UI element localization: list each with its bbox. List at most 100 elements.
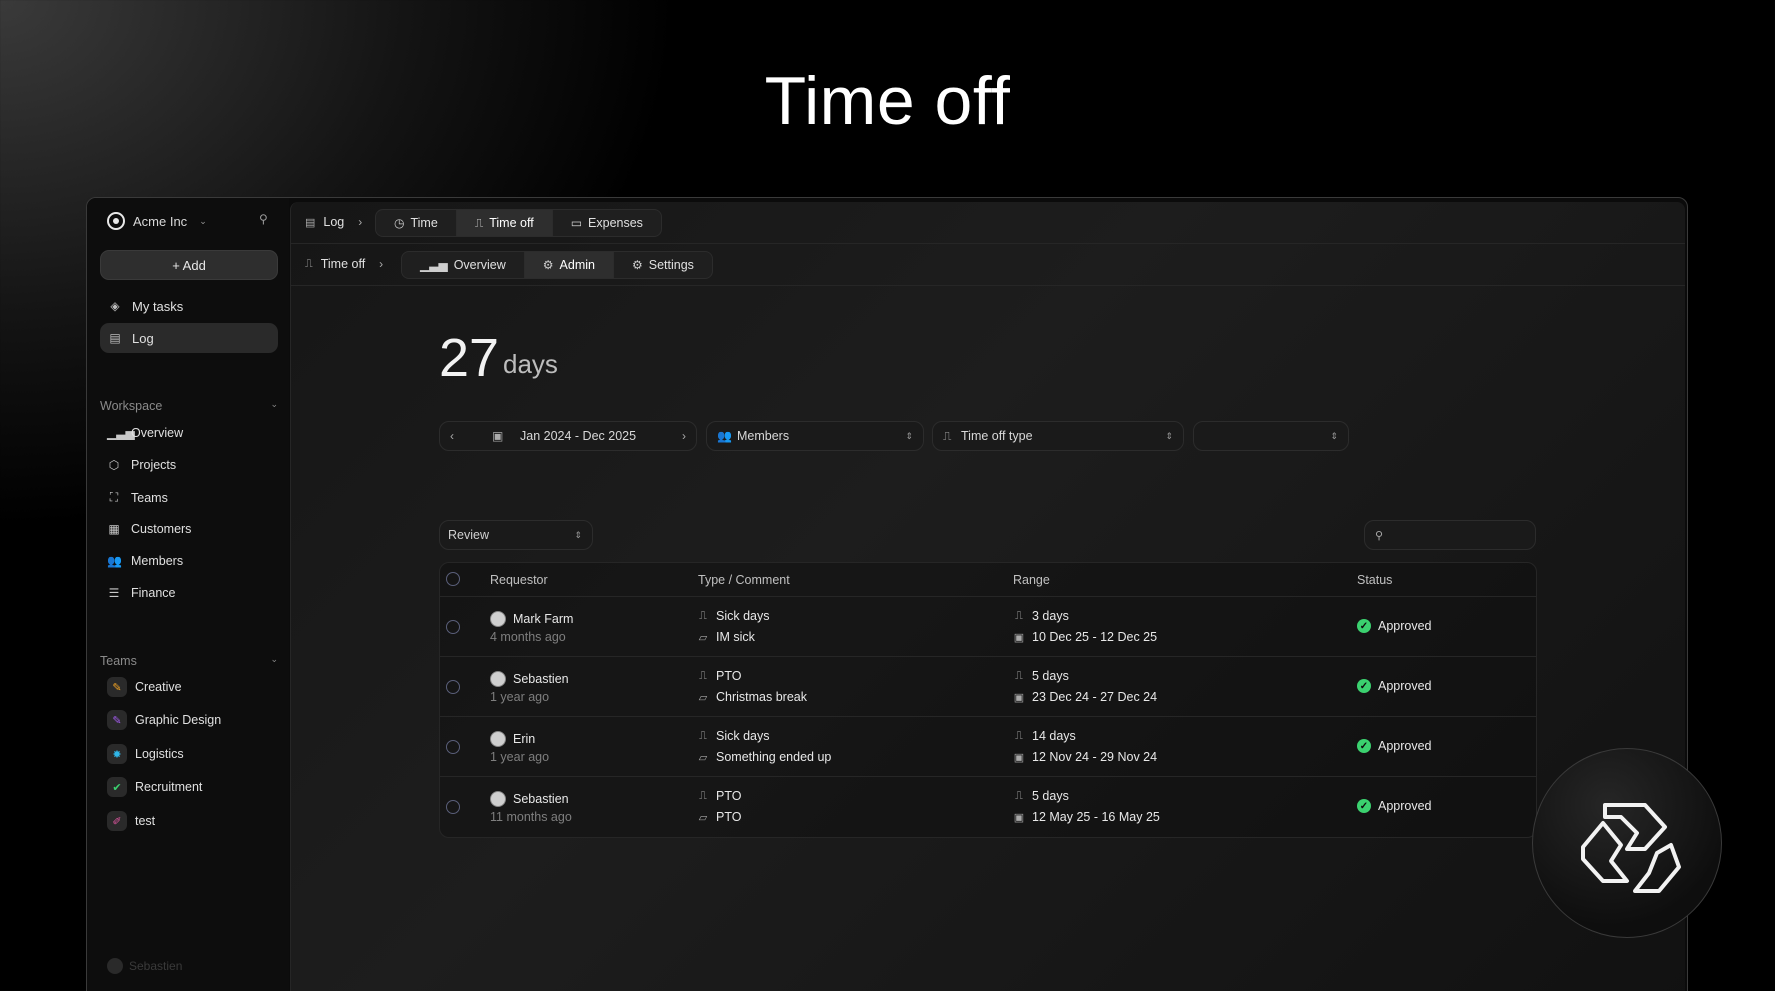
time-off-table: Requestor Type / Comment Range Status Ma… — [439, 562, 1537, 838]
tab-expenses[interactable]: ▭ Expenses — [553, 210, 661, 236]
user-name: Sebastien — [129, 959, 183, 973]
requestor-cell: Mark Farm — [490, 611, 573, 627]
bar-chart-icon: ▁▃▅ — [420, 258, 448, 272]
header-requestor[interactable]: Requestor — [490, 573, 548, 587]
sidebar-item-overview[interactable]: ▁▃▅ Overview — [107, 426, 183, 440]
header-type[interactable]: Type / Comment — [698, 573, 790, 587]
gear-icon: ⚙ — [631, 258, 643, 272]
search-icon[interactable]: ⚲ — [259, 212, 268, 226]
table-row[interactable]: Sebastien 1 year ago ⎍ PTO ▱ Christmas b… — [440, 657, 1536, 717]
search-icon: ⚲ — [1375, 529, 1384, 542]
breadcrumb-label: Time off — [320, 257, 366, 271]
tab-admin[interactable]: ⚙ Admin — [524, 252, 614, 278]
team-item-test[interactable]: ✐ test — [107, 811, 155, 831]
team-item-graphic-design[interactable]: ✎ Graphic Design — [107, 710, 221, 730]
sidebar-item-teams[interactable]: ⛶ Teams — [107, 490, 168, 505]
sidebar-item-finance[interactable]: ☰ Finance — [107, 586, 176, 600]
tab-overview[interactable]: ▁▃▅ Overview — [402, 252, 525, 278]
row-checkbox[interactable] — [446, 800, 460, 814]
avatar — [107, 958, 123, 974]
subbar-tabs: ▁▃▅ Overview ⚙ Admin ⚙ Settings — [401, 251, 713, 279]
sidebar-item-log[interactable]: ▤ Log — [100, 323, 278, 353]
dates-label: 12 May 25 - 16 May 25 — [1032, 810, 1160, 824]
brand-logo-icon — [1581, 803, 1681, 893]
avatar — [490, 611, 506, 627]
table-row[interactable]: Mark Farm 4 months ago ⎍ Sick days ▱ IM … — [440, 597, 1536, 657]
tab-time[interactable]: ◷ Time — [376, 210, 457, 236]
team-label: test — [135, 814, 156, 828]
team-item-creative[interactable]: ✎ Creative — [107, 677, 182, 697]
sidebar-item-projects[interactable]: ⬡ Projects — [107, 458, 176, 472]
add-button[interactable]: + Add — [100, 250, 278, 280]
requestor-name: Sebastien — [513, 672, 569, 686]
days-label: 5 days — [1032, 789, 1069, 803]
workspace-label: Workspace — [100, 399, 163, 413]
dates-label: 23 Dec 24 - 27 Dec 24 — [1032, 690, 1158, 704]
table-header: Requestor Type / Comment Range Status — [440, 563, 1536, 597]
header-range[interactable]: Range — [1013, 573, 1050, 587]
table-row[interactable]: Erin 1 year ago ⎍ Sick days ▱ Something … — [440, 717, 1536, 777]
topbar: ▤ Log › ◷ Time ⎍ Time off ▭ Expenses — [291, 202, 1685, 244]
org-switcher[interactable]: Acme Inc ⌄ — [107, 212, 207, 230]
select-all-checkbox[interactable] — [446, 572, 460, 586]
pen-icon: ✎ — [107, 710, 127, 730]
row-checkbox[interactable] — [446, 740, 460, 754]
requested-ago: 11 months ago — [490, 810, 572, 824]
team-item-recruitment[interactable]: ✔ Recruitment — [107, 777, 202, 797]
chevron-right-icon[interactable]: › — [682, 429, 686, 443]
teams-label: Teams — [100, 654, 137, 668]
row-checkbox[interactable] — [446, 680, 460, 694]
type-label: Sick days — [716, 609, 770, 623]
team-item-logistics[interactable]: ✸ Logistics — [107, 744, 184, 764]
breadcrumb[interactable]: ▤ Log › — [305, 215, 362, 229]
members-filter[interactable]: 👥 Members ⇕ — [706, 421, 924, 451]
sidebar-item-customers[interactable]: ▦ Customers — [107, 522, 191, 536]
updown-icon: ⇕ — [1330, 430, 1338, 441]
dates-label: 12 Nov 24 - 29 Nov 24 — [1032, 750, 1158, 764]
days-label: 5 days — [1032, 669, 1069, 683]
type-cell: ⎍ PTO — [697, 669, 741, 683]
header-status[interactable]: Status — [1357, 573, 1392, 587]
teams-section-header[interactable]: Teams ⌄ — [100, 654, 278, 668]
table-search-input[interactable]: ⚲ — [1364, 520, 1536, 550]
sidebar: Acme Inc ⌄ ⚲ + Add ◈ My tasks ▤ Log Work… — [87, 198, 289, 991]
tab-label: Admin — [559, 258, 595, 272]
members-placeholder: Members — [737, 429, 790, 443]
user-menu[interactable]: Sebastien — [107, 958, 182, 974]
comment-cell: ▱ Something ended up — [697, 750, 832, 764]
tab-time-off[interactable]: ⎍ Time off — [456, 210, 553, 236]
subbar: ⎍ Time off › ▁▃▅ Overview ⚙ Admin ⚙ Sett… — [291, 244, 1685, 286]
database-icon: ☰ — [108, 586, 120, 600]
calendar-icon: ▣ — [1013, 631, 1025, 644]
wrench-icon: ✐ — [107, 811, 127, 831]
time-off-type-filter[interactable]: ⎍ Time off type ⇕ — [932, 421, 1184, 451]
comment-cell: ▱ PTO — [697, 810, 742, 824]
tab-settings[interactable]: ⚙ Settings — [614, 252, 712, 278]
dates-cell: ▣ 12 Nov 24 - 29 Nov 24 — [1013, 750, 1157, 764]
scan-icon: ⛶ — [109, 490, 119, 504]
tab-label: Settings — [648, 258, 694, 272]
main-panel: ▤ Log › ◷ Time ⎍ Time off ▭ Expenses ⎍ T… — [290, 202, 1685, 991]
extra-filter[interactable]: ⇕ — [1193, 421, 1349, 451]
row-checkbox[interactable] — [446, 620, 460, 634]
review-select[interactable]: Review ⇕ — [439, 520, 593, 550]
door-icon: ⎍ — [699, 609, 707, 622]
users-icon: 👥 — [107, 554, 122, 568]
calendar-icon: ▣ — [492, 429, 504, 443]
status-cell: ✓ Approved — [1357, 739, 1432, 753]
table-row[interactable]: Sebastien 11 months ago ⎍ PTO ▱ PTO ⎍ 5 … — [440, 777, 1536, 837]
bar-chart-icon: ▁▃▅ — [107, 426, 135, 440]
chevron-left-icon[interactable]: ‹ — [450, 429, 454, 443]
sidebar-item-my-tasks[interactable]: ◈ My tasks — [100, 291, 278, 321]
date-range-label[interactable]: Jan 2024 - Dec 2025 — [520, 429, 636, 443]
avatar — [490, 731, 506, 747]
requested-ago: 1 year ago — [490, 750, 550, 764]
sub-breadcrumb[interactable]: ⎍ Time off › — [305, 257, 383, 271]
doc-icon: ▤ — [305, 216, 316, 229]
type-cell: ⎍ PTO — [697, 789, 741, 803]
workspace-section-header[interactable]: Workspace ⌄ — [100, 399, 278, 413]
status-cell: ✓ Approved — [1357, 799, 1432, 813]
days-cell: ⎍ 5 days — [1013, 669, 1069, 683]
sidebar-item-members[interactable]: 👥 Members — [107, 554, 183, 568]
days-cell: ⎍ 3 days — [1013, 609, 1069, 623]
